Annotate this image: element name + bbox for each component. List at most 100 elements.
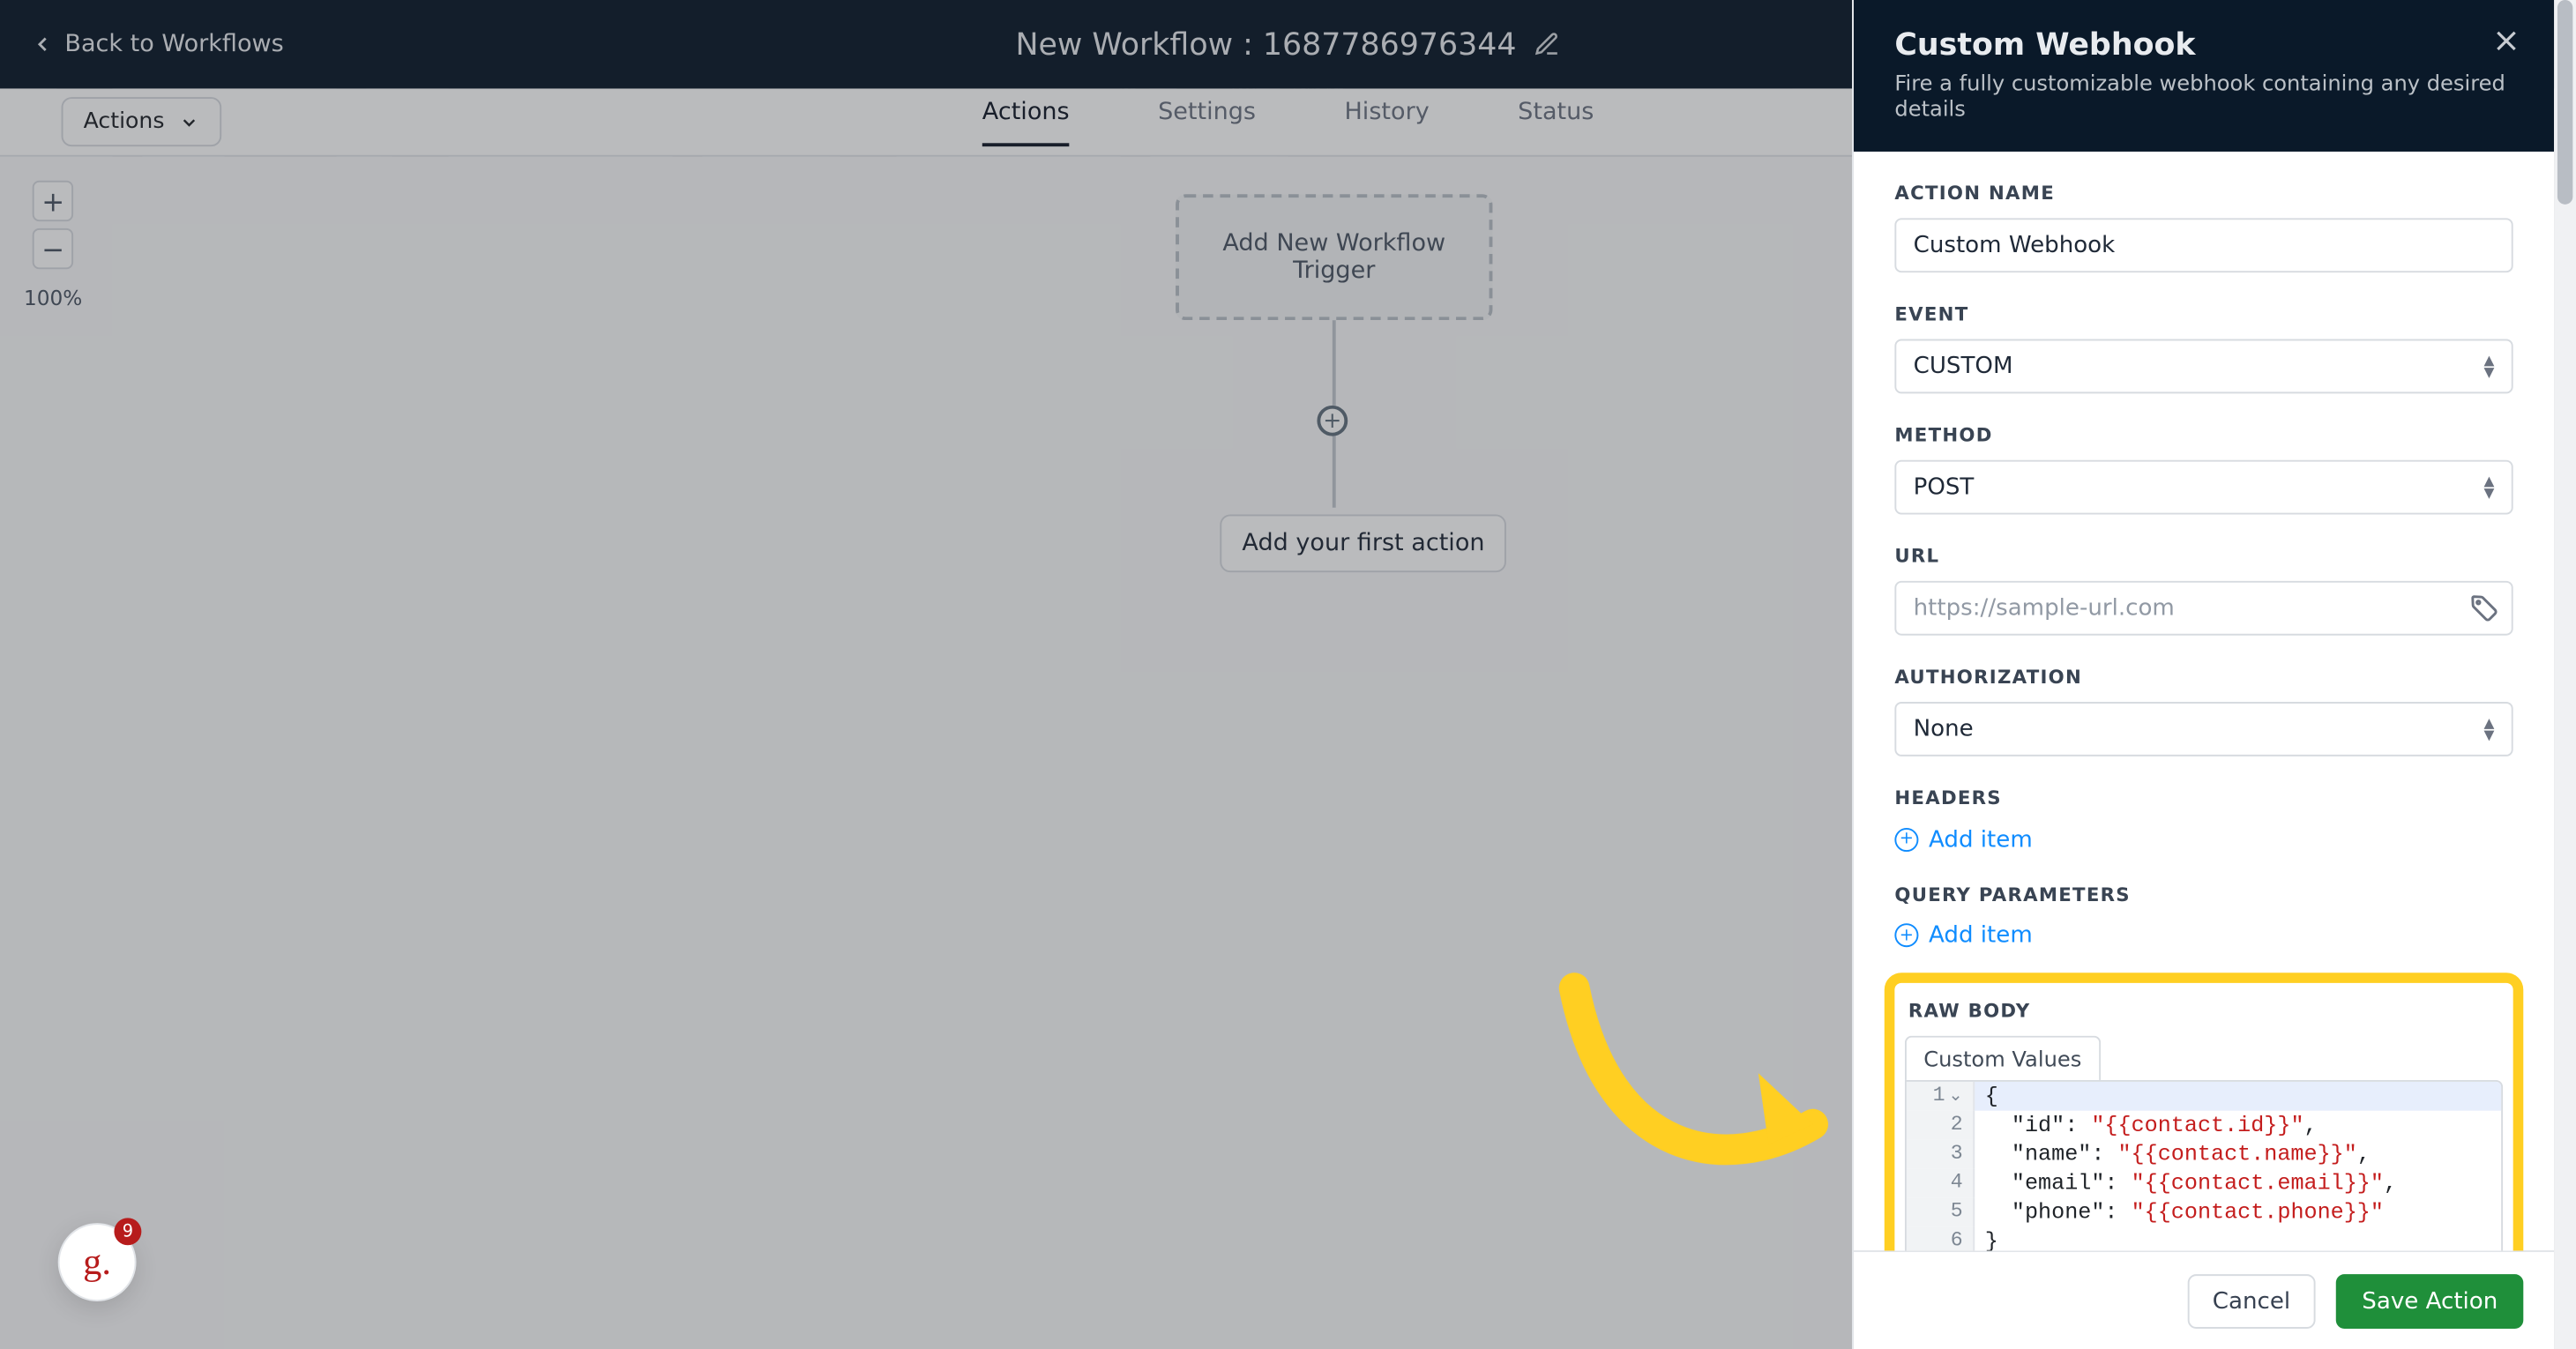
zoom-in-button[interactable]: +	[33, 181, 73, 221]
code-text: ,	[2304, 1113, 2318, 1138]
chevron-down-icon	[178, 112, 198, 132]
label-headers: HEADERS	[1894, 787, 2513, 809]
panel-header: Custom Webhook Fire a fully customizable…	[1854, 0, 2554, 152]
close-icon[interactable]	[2490, 24, 2524, 58]
url-input[interactable]: https://sample-url.com	[1894, 581, 2513, 636]
tab-settings[interactable]: Settings	[1158, 98, 1256, 145]
add-first-action-label: Add your first action	[1242, 530, 1484, 557]
field-event: EVENT CUSTOM ▲▼	[1894, 303, 2513, 393]
code-line: 1⌄ {	[1907, 1082, 2501, 1111]
label-url: URL	[1894, 545, 2513, 567]
code-line: 2 "id": "{{contact.id}}",	[1907, 1111, 2501, 1140]
code-text: "email":	[1985, 1170, 2132, 1196]
code-line: 5 "phone": "{{contact.phone}}"	[1907, 1197, 2501, 1226]
workflow-title: New Workflow : 1687786976344	[1015, 26, 1516, 63]
headers-add-item[interactable]: + Add item	[1894, 825, 2032, 853]
window-scrollbar[interactable]	[2554, 0, 2576, 1349]
code-text: {	[1985, 1084, 1998, 1109]
code-text: "name":	[1985, 1141, 2118, 1166]
chevron-left-icon	[31, 33, 55, 56]
method-select[interactable]: POST ▲▼	[1894, 460, 2513, 515]
select-caret-icon: ▲▼	[2484, 475, 2495, 499]
zoom-out-button[interactable]: −	[33, 228, 73, 269]
actions-dropdown[interactable]: Actions	[62, 97, 221, 146]
label-event: EVENT	[1894, 303, 2513, 325]
code-line: 6 }	[1907, 1226, 2501, 1250]
code-string: "{{contact.name}}"	[2118, 1141, 2357, 1166]
back-to-workflows-link[interactable]: Back to Workflows	[31, 31, 284, 58]
select-caret-icon: ▲▼	[2484, 717, 2495, 741]
code-text: ,	[2357, 1141, 2371, 1166]
url-placeholder: https://sample-url.com	[1914, 594, 2175, 622]
tab-actions[interactable]: Actions	[982, 98, 1070, 145]
field-method: METHOD POST ▲▼	[1894, 424, 2513, 514]
action-name-input[interactable]: Custom Webhook	[1894, 218, 2513, 272]
action-panel: Custom Webhook Fire a fully customizable…	[1852, 0, 2554, 1349]
custom-values-tab[interactable]: Custom Values	[1905, 1036, 2101, 1080]
code-string: "{{contact.email}}"	[2132, 1170, 2384, 1196]
code-text: "phone":	[1985, 1199, 2132, 1225]
raw-body-highlight: RAW BODY Custom Values 1⌄ { 2 "id": "{{c…	[1885, 973, 2524, 1250]
help-bubble-glyph: g.	[83, 1240, 111, 1284]
tabs: Actions Settings History Status	[982, 98, 1594, 145]
zoom-controls: + − 100%	[24, 181, 82, 310]
field-action-name: ACTION NAME Custom Webhook	[1894, 183, 2513, 272]
code-string: "{{contact.phone}}"	[2132, 1199, 2384, 1225]
panel-footer: Cancel Save Action	[1854, 1250, 2554, 1349]
query-params-add-item[interactable]: + Add item	[1894, 921, 2032, 949]
raw-body-editor[interactable]: 1⌄ { 2 "id": "{{contact.id}}", 3 "name":…	[1905, 1080, 2503, 1250]
help-bubble[interactable]: g. 9	[58, 1223, 137, 1301]
label-raw-body: RAW BODY	[1908, 1000, 2503, 1022]
method-value: POST	[1914, 473, 1975, 501]
plus-circle-icon: +	[1894, 827, 1918, 851]
event-select[interactable]: CUSTOM ▲▼	[1894, 339, 2513, 393]
tag-icon[interactable]	[2468, 593, 2499, 623]
cancel-button[interactable]: Cancel	[2187, 1273, 2316, 1328]
panel-title: Custom Webhook	[1894, 27, 2513, 63]
field-authorization: AUTHORIZATION None ▲▼	[1894, 666, 2513, 756]
fold-caret-icon[interactable]: ⌄	[1948, 1089, 1962, 1107]
authorization-value: None	[1914, 715, 1974, 742]
add-trigger-label: Add New Workflow Trigger	[1192, 230, 1475, 285]
label-authorization: AUTHORIZATION	[1894, 666, 2513, 688]
add-trigger-card[interactable]: Add New Workflow Trigger	[1176, 194, 1492, 320]
code-text: "id":	[1985, 1113, 2092, 1138]
field-query-params: QUERY PARAMETERS + Add item	[1894, 883, 2513, 949]
code-text: }	[1985, 1228, 1998, 1250]
action-name-value: Custom Webhook	[1914, 232, 2116, 259]
code-text: ,	[2384, 1170, 2397, 1196]
add-step-button[interactable]: +	[1317, 406, 1348, 436]
code-string: "{{contact.id}}"	[2091, 1113, 2303, 1138]
help-bubble-badge: 9	[114, 1218, 141, 1245]
tab-history[interactable]: History	[1344, 98, 1429, 145]
panel-subtitle: Fire a fully customizable webhook contai…	[1894, 70, 2513, 121]
select-caret-icon: ▲▼	[2484, 354, 2495, 378]
connector-line	[1333, 320, 1336, 406]
field-headers: HEADERS + Add item	[1894, 787, 2513, 853]
line-number: 1	[1933, 1084, 1945, 1107]
line-number: 4	[1951, 1170, 1963, 1194]
field-url: URL https://sample-url.com	[1894, 545, 2513, 635]
save-action-button[interactable]: Save Action	[2336, 1273, 2523, 1328]
panel-body: ACTION NAME Custom Webhook EVENT CUSTOM …	[1854, 152, 2554, 1250]
zoom-level: 100%	[24, 287, 82, 310]
event-value: CUSTOM	[1914, 353, 2013, 380]
code-line: 3 "name": "{{contact.name}}",	[1907, 1140, 2501, 1169]
back-label: Back to Workflows	[64, 31, 283, 58]
label-action-name: ACTION NAME	[1894, 183, 2513, 205]
plus-circle-icon: +	[1894, 923, 1918, 947]
line-number: 3	[1951, 1141, 1963, 1165]
code-line: 4 "email": "{{contact.email}}",	[1907, 1168, 2501, 1197]
add-first-action-button[interactable]: Add your first action	[1220, 514, 1506, 572]
line-number: 6	[1951, 1228, 1963, 1250]
workflow-title-wrap: New Workflow : 1687786976344	[1015, 26, 1560, 63]
authorization-select[interactable]: None ▲▼	[1894, 702, 2513, 756]
query-params-add-item-label: Add item	[1929, 921, 2033, 949]
pencil-icon[interactable]	[1534, 31, 1561, 58]
label-method: METHOD	[1894, 424, 2513, 446]
actions-dropdown-label: Actions	[84, 109, 165, 135]
scrollbar-thumb[interactable]	[2557, 0, 2572, 205]
line-number: 5	[1951, 1199, 1963, 1223]
tab-status[interactable]: Status	[1518, 98, 1594, 145]
line-number: 2	[1951, 1113, 1963, 1137]
